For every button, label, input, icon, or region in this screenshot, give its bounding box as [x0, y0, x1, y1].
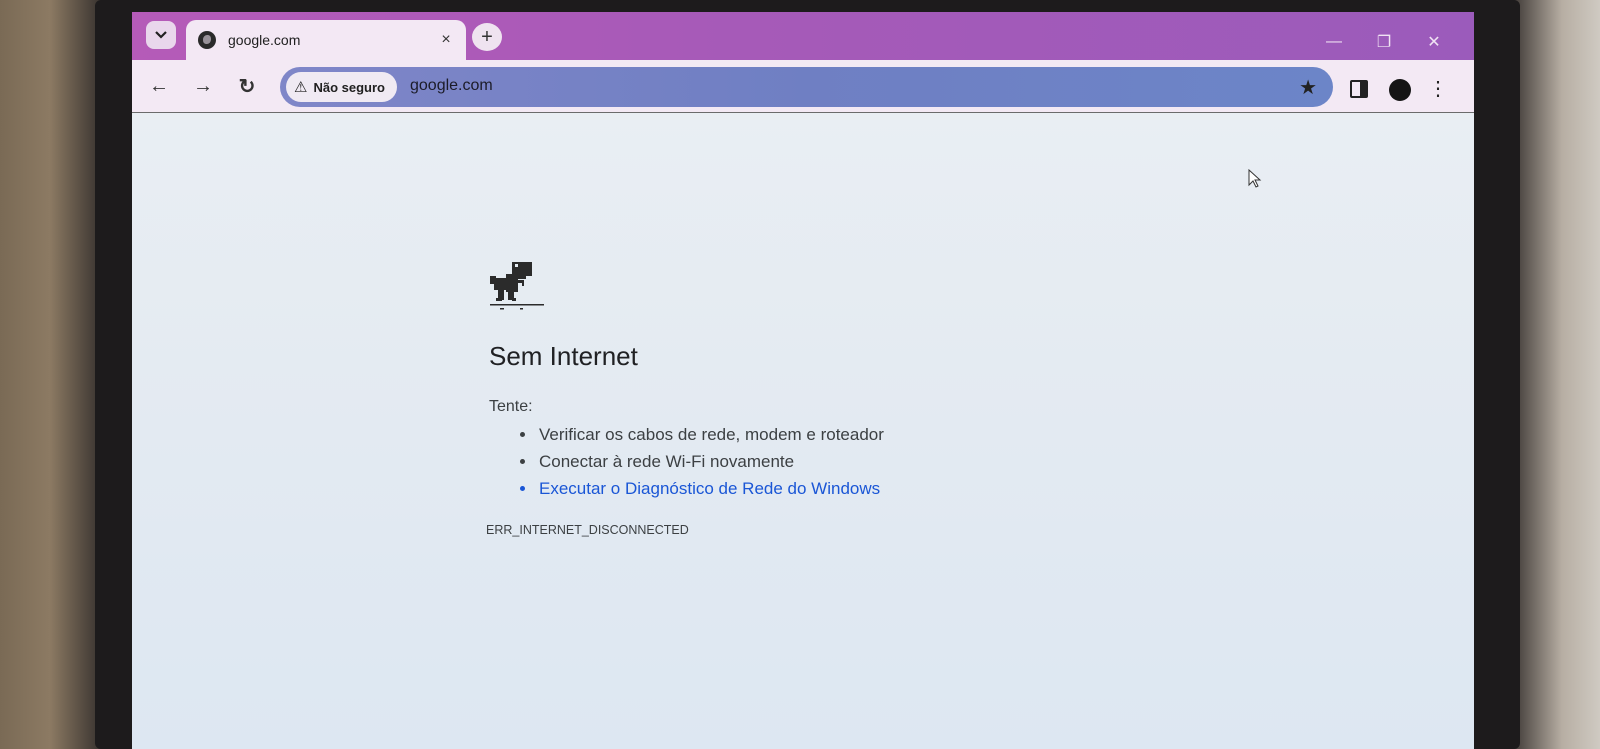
suggestion-item: Verificar os cabos de rede, modem e rote… — [537, 421, 884, 448]
reload-button[interactable]: ↻ — [232, 72, 262, 100]
menu-button[interactable]: ⋮ — [1428, 76, 1448, 104]
tab-google[interactable]: google.com × — [186, 20, 466, 60]
forward-button[interactable]: → — [188, 72, 218, 100]
minimize-button[interactable]: — — [1319, 30, 1349, 54]
title-bar: google.com × + — ❐ ✕ — [132, 12, 1474, 60]
back-button[interactable]: ← — [144, 72, 174, 100]
globe-icon — [198, 31, 216, 49]
url-text[interactable]: google.com — [410, 77, 493, 95]
tab-search-button[interactable] — [146, 21, 176, 49]
error-page: Sem Internet Tente: Verificar os cabos d… — [132, 113, 1474, 749]
security-chip[interactable]: ⚠ Não seguro — [286, 72, 397, 102]
page-title: Sem Internet — [489, 341, 638, 371]
suggestions-list: Verificar os cabos de rede, modem e rote… — [519, 421, 884, 502]
new-tab-button[interactable]: + — [472, 23, 502, 51]
dinosaur-icon — [490, 262, 544, 310]
error-code: ERR_INTERNET_DISCONNECTED — [486, 523, 689, 537]
browser-window: google.com × + — ❐ ✕ ← → ↻ ⚠ Não seguro … — [132, 12, 1474, 749]
close-window-button[interactable]: ✕ — [1419, 30, 1449, 54]
address-bar[interactable]: ⚠ Não seguro google.com ★ — [280, 67, 1333, 107]
profile-avatar[interactable] — [1389, 79, 1411, 101]
security-chip-label: Não seguro — [313, 79, 385, 95]
diagnostics-link[interactable]: Executar o Diagnóstico de Rede do Window… — [537, 475, 884, 502]
side-panel-icon[interactable] — [1350, 80, 1368, 98]
mouse-pointer-icon — [1248, 169, 1262, 188]
tab-close-button[interactable]: × — [432, 26, 460, 54]
maximize-button[interactable]: ❐ — [1369, 30, 1399, 54]
warning-icon: ⚠ — [294, 79, 308, 96]
bookmark-star-icon[interactable]: ★ — [1299, 75, 1317, 100]
tab-title: google.com — [228, 32, 301, 48]
suggestion-item: Conectar à rede Wi-Fi novamente — [537, 448, 884, 475]
background-left — [0, 0, 100, 749]
toolbar: ← → ↻ ⚠ Não seguro google.com ★ ⋮ — [132, 60, 1474, 113]
chevron-down-icon — [155, 31, 167, 39]
try-label: Tente: — [489, 398, 533, 415]
